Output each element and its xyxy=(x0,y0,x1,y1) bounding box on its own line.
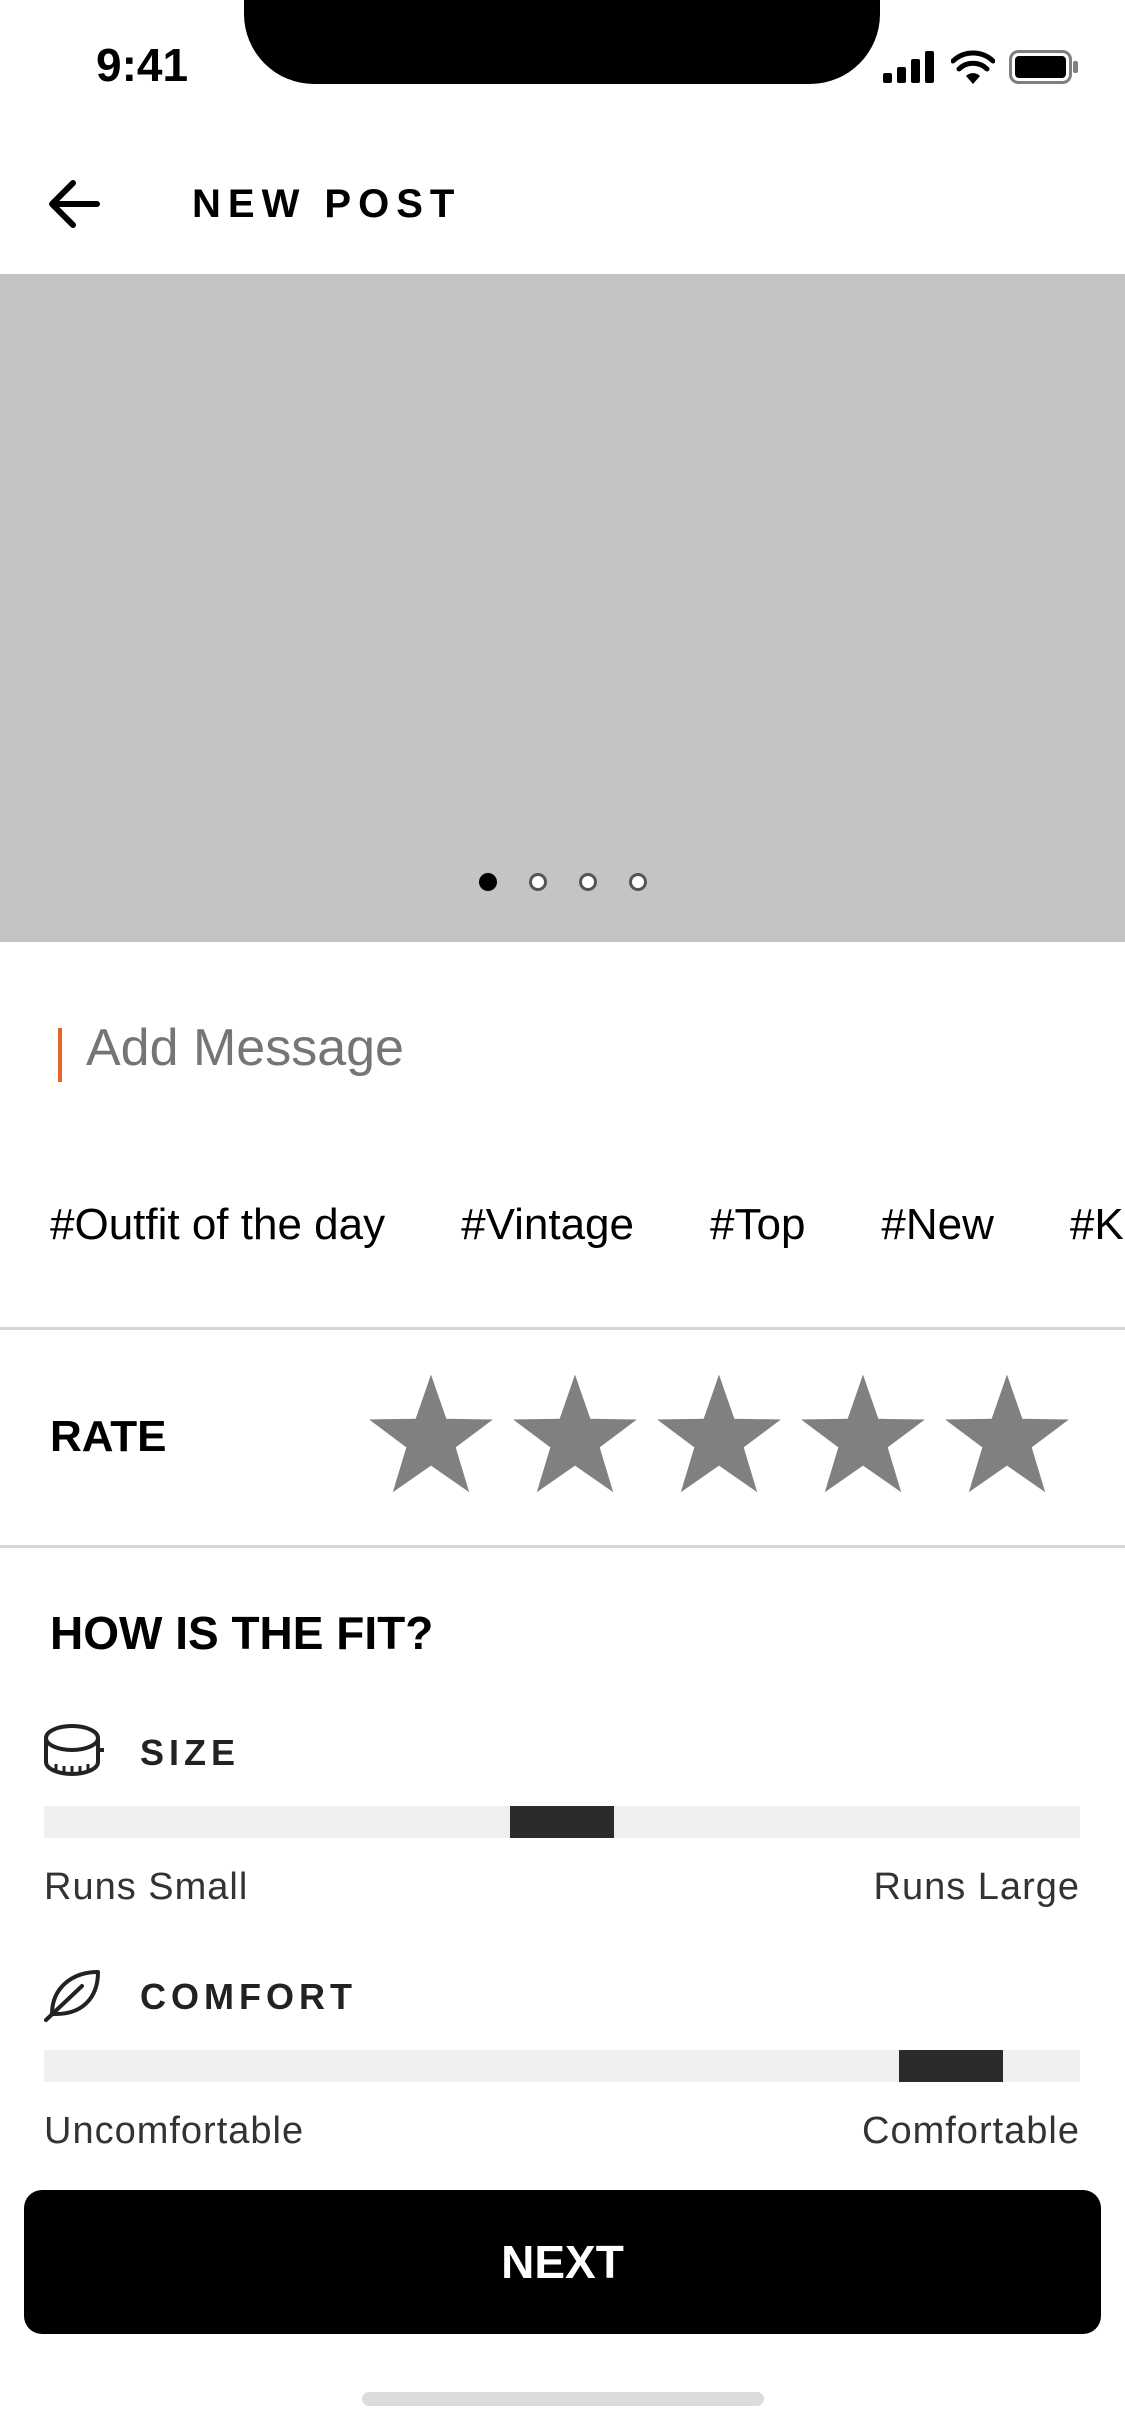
text-caret xyxy=(58,1028,62,1082)
size-slider-thumb[interactable] xyxy=(510,1806,614,1838)
comfort-slider[interactable] xyxy=(44,2050,1080,2082)
hashtag-chip[interactable]: #Top xyxy=(710,1200,805,1250)
next-button[interactable]: NEXT xyxy=(24,2190,1101,2334)
page-title: NEW POST xyxy=(192,182,462,226)
comfort-slider-thumb[interactable] xyxy=(898,2050,1003,2082)
fit-heading: HOW IS THE FIT? xyxy=(50,1607,434,1659)
back-button[interactable] xyxy=(42,172,106,236)
divider xyxy=(0,1327,1125,1330)
home-indicator xyxy=(362,2392,764,2406)
star-icon[interactable] xyxy=(366,1372,496,1502)
hashtag-chip[interactable]: #Ki xyxy=(1070,1200,1125,1250)
size-min-label: Runs Small xyxy=(44,1866,249,1908)
message-input[interactable] xyxy=(86,1018,986,1078)
status-icons xyxy=(883,50,1079,84)
measuring-tape-icon xyxy=(44,1724,104,1776)
comfort-min-label: Uncomfortable xyxy=(44,2110,305,2152)
comfort-max-label: Comfortable xyxy=(862,2110,1080,2152)
carousel-dot[interactable] xyxy=(628,873,647,891)
hashtag-chip[interactable]: #Vintage xyxy=(461,1200,634,1250)
arrow-left-icon xyxy=(49,180,100,228)
battery-icon xyxy=(1009,50,1078,84)
device-notch xyxy=(244,0,880,84)
hashtag-list: #Outfit of the day #Vintage #Top #New #K… xyxy=(50,1200,1125,1250)
carousel-dot[interactable] xyxy=(478,873,497,891)
carousel-dot[interactable] xyxy=(528,873,547,891)
star-icon[interactable] xyxy=(510,1372,640,1502)
size-label: SIZE xyxy=(140,1732,241,1773)
star-icon[interactable] xyxy=(798,1372,928,1502)
size-slider[interactable] xyxy=(44,1806,1080,1838)
status-time: 9:41 xyxy=(96,39,189,91)
image-carousel[interactable] xyxy=(0,274,1125,942)
star-icon[interactable] xyxy=(942,1372,1072,1502)
wifi-icon xyxy=(951,50,995,84)
carousel-page-indicator xyxy=(0,873,1125,891)
size-max-label: Runs Large xyxy=(873,1866,1080,1908)
star-icon[interactable] xyxy=(654,1372,784,1502)
hashtag-chip[interactable]: #Outfit of the day xyxy=(50,1200,385,1250)
divider xyxy=(0,1545,1125,1548)
carousel-dot[interactable] xyxy=(578,873,597,891)
cellular-signal-icon xyxy=(883,51,934,83)
leaf-icon xyxy=(44,1970,100,2022)
comfort-label: COMFORT xyxy=(140,1976,357,2017)
hashtag-chip[interactable]: #New xyxy=(881,1200,994,1250)
rate-label: RATE xyxy=(50,1412,167,1461)
star-rating xyxy=(366,1372,1072,1502)
